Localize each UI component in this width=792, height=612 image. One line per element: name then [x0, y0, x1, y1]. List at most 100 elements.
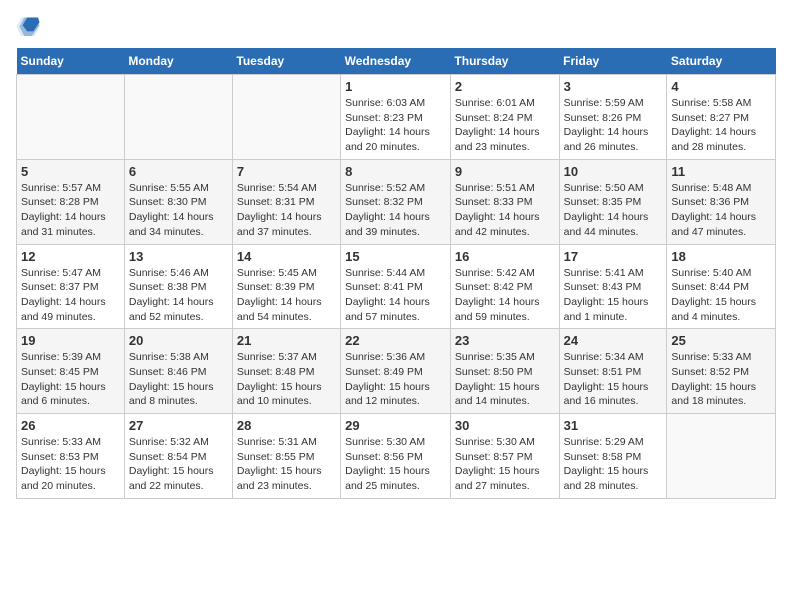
day-info: Sunrise: 6:01 AM Sunset: 8:24 PM Dayligh… [455, 96, 555, 155]
calendar-cell: 24 Sunrise: 5:34 AM Sunset: 8:51 PM Dayli… [559, 329, 667, 414]
calendar-cell: 29 Sunrise: 5:30 AM Sunset: 8:56 PM Dayli… [341, 414, 451, 499]
calendar-cell: 13Sunrise: 5:46 AM Sunset: 8:38 PM Dayli… [124, 244, 232, 329]
day-number: 29 [345, 418, 446, 433]
weekday-header: Friday [559, 48, 667, 75]
calendar-cell: 27 Sunrise: 5:32 AM Sunset: 8:54 PM Dayli… [124, 414, 232, 499]
day-info: Sunrise: 5:40 AM Sunset: 8:44 PM Dayligh… [671, 266, 771, 325]
calendar-cell [232, 75, 340, 160]
calendar-cell: 20 Sunrise: 5:38 AM Sunset: 8:46 PM Dayli… [124, 329, 232, 414]
calendar-cell: 28 Sunrise: 5:31 AM Sunset: 8:55 PM Dayli… [232, 414, 340, 499]
day-number: 30 [455, 418, 555, 433]
calendar-cell [124, 75, 232, 160]
day-number: 10 [564, 164, 663, 179]
day-info: Sunrise: 5:54 AM Sunset: 8:31 PM Dayligh… [237, 181, 336, 240]
day-info: Sunrise: 5:42 AM Sunset: 8:42 PM Dayligh… [455, 266, 555, 325]
calendar-cell: 9 Sunrise: 5:51 AM Sunset: 8:33 PM Daylig… [450, 159, 559, 244]
day-number: 17 [564, 249, 663, 264]
calendar-cell: 30 Sunrise: 5:30 AM Sunset: 8:57 PM Dayli… [450, 414, 559, 499]
calendar-cell: 16 Sunrise: 5:42 AM Sunset: 8:42 PM Dayli… [450, 244, 559, 329]
day-info: Sunrise: 5:35 AM Sunset: 8:50 PM Dayligh… [455, 350, 555, 409]
day-info: Sunrise: 5:55 AM Sunset: 8:30 PM Dayligh… [129, 181, 228, 240]
day-number: 26 [21, 418, 120, 433]
calendar-cell: 31Sunrise: 5:29 AM Sunset: 8:58 PM Dayli… [559, 414, 667, 499]
day-info: Sunrise: 5:37 AM Sunset: 8:48 PM Dayligh… [237, 350, 336, 409]
calendar-cell: 8 Sunrise: 5:52 AM Sunset: 8:32 PM Daylig… [341, 159, 451, 244]
day-info: Sunrise: 5:31 AM Sunset: 8:55 PM Dayligh… [237, 435, 336, 494]
day-number: 16 [455, 249, 555, 264]
day-info: Sunrise: 5:30 AM Sunset: 8:56 PM Dayligh… [345, 435, 446, 494]
calendar-cell: 15 Sunrise: 5:44 AM Sunset: 8:41 PM Dayli… [341, 244, 451, 329]
calendar-cell: 25 Sunrise: 5:33 AM Sunset: 8:52 PM Dayli… [667, 329, 776, 414]
calendar-cell: 21 Sunrise: 5:37 AM Sunset: 8:48 PM Dayli… [232, 329, 340, 414]
calendar-cell: 17 Sunrise: 5:41 AM Sunset: 8:43 PM Dayli… [559, 244, 667, 329]
logo-icon [16, 16, 40, 36]
calendar-week-row: 5Sunrise: 5:57 AM Sunset: 8:28 PM Daylig… [17, 159, 776, 244]
day-number: 15 [345, 249, 446, 264]
calendar-cell: 2 Sunrise: 6:01 AM Sunset: 8:24 PM Daylig… [450, 75, 559, 160]
day-info: Sunrise: 5:48 AM Sunset: 8:36 PM Dayligh… [671, 181, 771, 240]
day-number: 19 [21, 333, 120, 348]
calendar-cell: 1 Sunrise: 6:03 AM Sunset: 8:23 PM Daylig… [341, 75, 451, 160]
day-number: 23 [455, 333, 555, 348]
day-info: Sunrise: 5:34 AM Sunset: 8:51 PM Dayligh… [564, 350, 663, 409]
day-info: Sunrise: 5:59 AM Sunset: 8:26 PM Dayligh… [564, 96, 663, 155]
calendar-cell: 4 Sunrise: 5:58 AM Sunset: 8:27 PM Daylig… [667, 75, 776, 160]
day-number: 8 [345, 164, 446, 179]
calendar-table: SundayMondayTuesdayWednesdayThursdayFrid… [16, 48, 776, 499]
day-info: Sunrise: 5:36 AM Sunset: 8:49 PM Dayligh… [345, 350, 446, 409]
day-number: 2 [455, 79, 555, 94]
calendar-week-row: 12 Sunrise: 5:47 AM Sunset: 8:37 PM Dayli… [17, 244, 776, 329]
day-info: Sunrise: 5:47 AM Sunset: 8:37 PM Dayligh… [21, 266, 120, 325]
calendar-cell: 22Sunrise: 5:36 AM Sunset: 8:49 PM Dayli… [341, 329, 451, 414]
calendar-cell: 18 Sunrise: 5:40 AM Sunset: 8:44 PM Dayli… [667, 244, 776, 329]
weekday-header: Tuesday [232, 48, 340, 75]
day-info: Sunrise: 5:41 AM Sunset: 8:43 PM Dayligh… [564, 266, 663, 325]
calendar-cell: 23 Sunrise: 5:35 AM Sunset: 8:50 PM Dayli… [450, 329, 559, 414]
day-number: 28 [237, 418, 336, 433]
day-info: Sunrise: 5:44 AM Sunset: 8:41 PM Dayligh… [345, 266, 446, 325]
day-number: 12 [21, 249, 120, 264]
calendar-cell: 12 Sunrise: 5:47 AM Sunset: 8:37 PM Dayli… [17, 244, 125, 329]
day-info: Sunrise: 6:03 AM Sunset: 8:23 PM Dayligh… [345, 96, 446, 155]
calendar-cell: 5Sunrise: 5:57 AM Sunset: 8:28 PM Daylig… [17, 159, 125, 244]
calendar-cell [17, 75, 125, 160]
calendar-week-row: 26Sunrise: 5:33 AM Sunset: 8:53 PM Dayli… [17, 414, 776, 499]
calendar-cell: 26Sunrise: 5:33 AM Sunset: 8:53 PM Dayli… [17, 414, 125, 499]
day-info: Sunrise: 5:52 AM Sunset: 8:32 PM Dayligh… [345, 181, 446, 240]
day-info: Sunrise: 5:51 AM Sunset: 8:33 PM Dayligh… [455, 181, 555, 240]
calendar-cell: 14Sunrise: 5:45 AM Sunset: 8:39 PM Dayli… [232, 244, 340, 329]
day-info: Sunrise: 5:38 AM Sunset: 8:46 PM Dayligh… [129, 350, 228, 409]
day-info: Sunrise: 5:33 AM Sunset: 8:52 PM Dayligh… [671, 350, 771, 409]
day-info: Sunrise: 5:50 AM Sunset: 8:35 PM Dayligh… [564, 181, 663, 240]
calendar-cell: 10 Sunrise: 5:50 AM Sunset: 8:35 PM Dayli… [559, 159, 667, 244]
calendar-cell: 19 Sunrise: 5:39 AM Sunset: 8:45 PM Dayli… [17, 329, 125, 414]
day-number: 6 [129, 164, 228, 179]
day-number: 24 [564, 333, 663, 348]
day-number: 4 [671, 79, 771, 94]
day-info: Sunrise: 5:32 AM Sunset: 8:54 PM Dayligh… [129, 435, 228, 494]
day-number: 11 [671, 164, 771, 179]
page-header [16, 16, 776, 36]
calendar-header-row: SundayMondayTuesdayWednesdayThursdayFrid… [17, 48, 776, 75]
day-number: 25 [671, 333, 771, 348]
day-number: 27 [129, 418, 228, 433]
weekday-header: Sunday [17, 48, 125, 75]
day-number: 9 [455, 164, 555, 179]
day-info: Sunrise: 5:30 AM Sunset: 8:57 PM Dayligh… [455, 435, 555, 494]
calendar-cell [667, 414, 776, 499]
day-number: 5 [21, 164, 120, 179]
day-number: 7 [237, 164, 336, 179]
day-info: Sunrise: 5:39 AM Sunset: 8:45 PM Dayligh… [21, 350, 120, 409]
day-number: 20 [129, 333, 228, 348]
weekday-header: Thursday [450, 48, 559, 75]
day-number: 13 [129, 249, 228, 264]
calendar-week-row: 1 Sunrise: 6:03 AM Sunset: 8:23 PM Daylig… [17, 75, 776, 160]
day-number: 18 [671, 249, 771, 264]
day-number: 1 [345, 79, 446, 94]
logo [16, 16, 44, 36]
day-number: 21 [237, 333, 336, 348]
weekday-header: Monday [124, 48, 232, 75]
calendar-cell: 3Sunrise: 5:59 AM Sunset: 8:26 PM Daylig… [559, 75, 667, 160]
calendar-cell: 6 Sunrise: 5:55 AM Sunset: 8:30 PM Daylig… [124, 159, 232, 244]
day-info: Sunrise: 5:58 AM Sunset: 8:27 PM Dayligh… [671, 96, 771, 155]
